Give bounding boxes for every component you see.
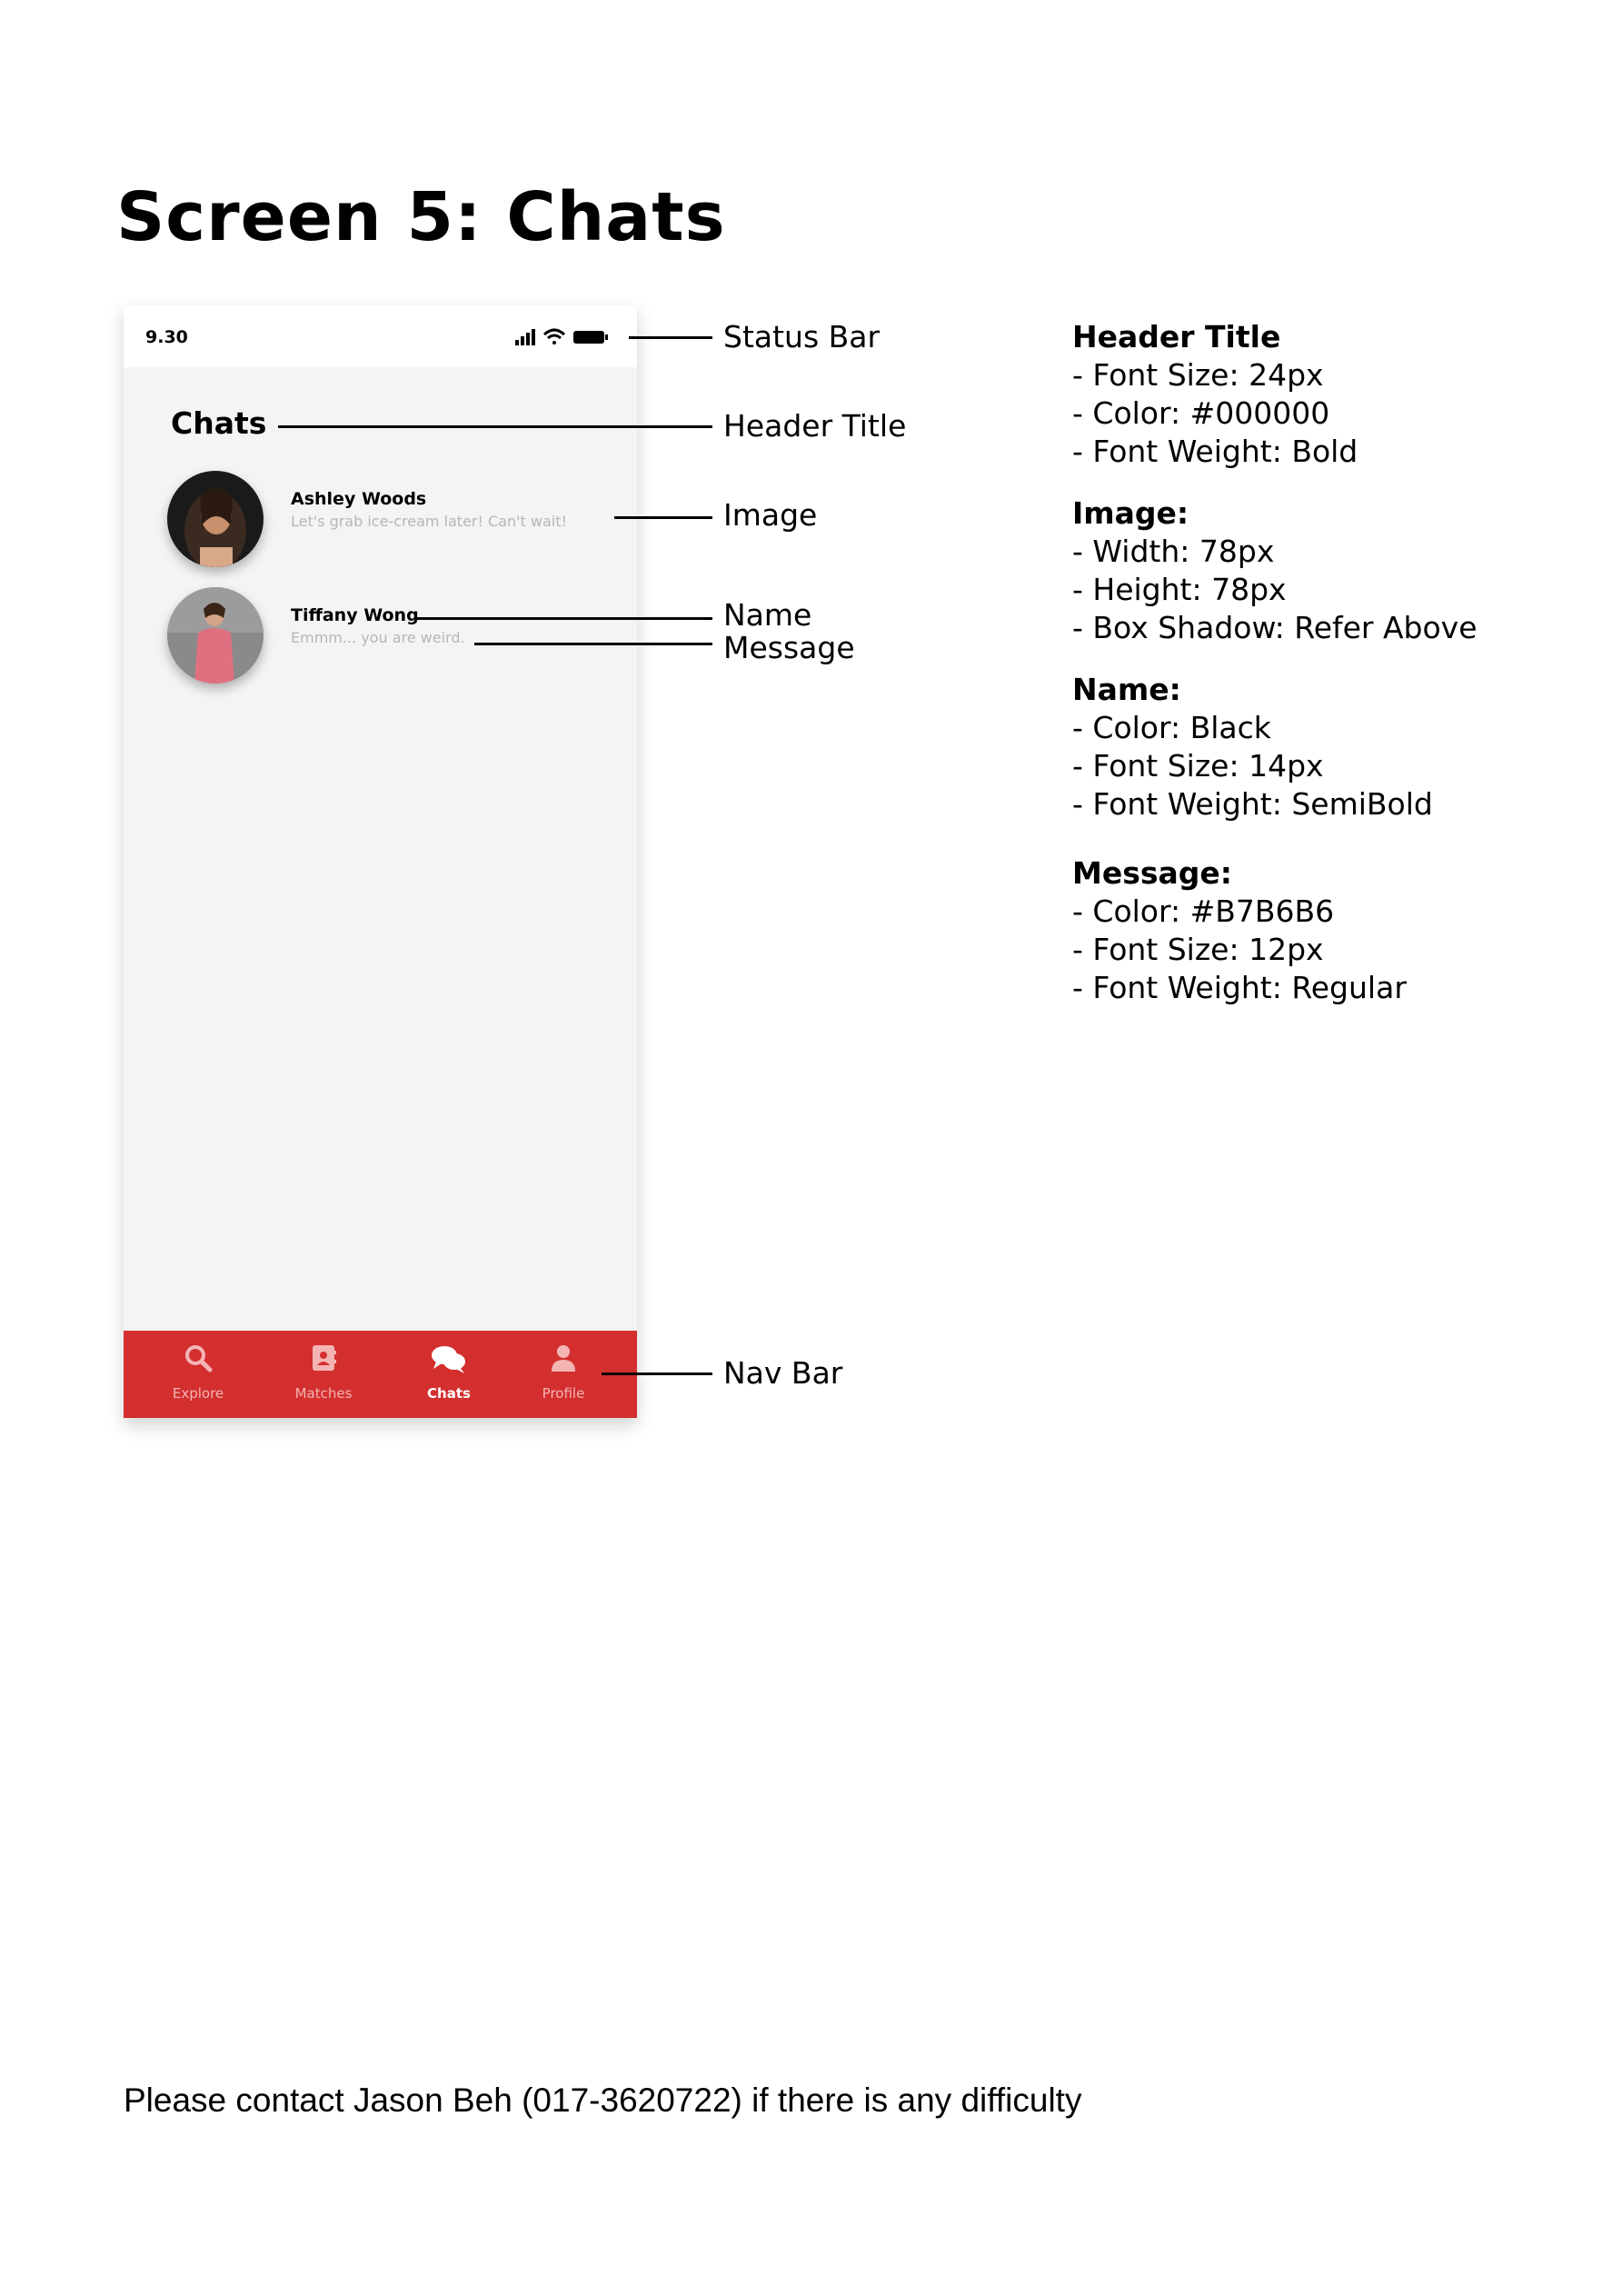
user-icon: [552, 1345, 575, 1372]
annotation-line-nav-bar: [602, 1373, 712, 1375]
page-title: Screen 5: Chats: [116, 178, 726, 256]
avatar: [167, 587, 264, 684]
status-time: 9.30: [145, 327, 188, 347]
annotation-name: Name: [723, 597, 812, 633]
battery-icon: [573, 331, 608, 344]
header-title: Chats: [171, 405, 267, 441]
spec-line: - Font Size: 24px: [1072, 357, 1324, 393]
spec-line: - Width: 78px: [1072, 534, 1275, 569]
spec-line: - Height: 78px: [1072, 572, 1287, 607]
spec-header-title: Header Title - Font Size: 24px - Color: …: [1072, 318, 1358, 471]
spec-line: - Box Shadow: Refer Above: [1072, 610, 1478, 645]
chat-row-tiffany[interactable]: Tiffany Wong Emmm... you are weird.: [167, 587, 622, 687]
spec-image: Image: - Width: 78px - Height: 78px - Bo…: [1072, 494, 1478, 647]
chat-message: Let's grab ice-cream later! Can't wait!: [291, 513, 567, 530]
annotation-message: Message: [723, 630, 855, 665]
spec-line: - Font Size: 12px: [1072, 932, 1324, 967]
spec-line: - Font Weight: Bold: [1072, 434, 1358, 469]
annotation-line-message: [474, 643, 712, 645]
wifi-icon: [542, 328, 566, 344]
nav-label: Chats: [427, 1385, 471, 1402]
annotation-line-image: [614, 516, 712, 519]
chat-name: Ashley Woods: [291, 489, 427, 509]
spec-name: Name: - Color: Black - Font Size: 14px -…: [1072, 671, 1433, 824]
nav-matches[interactable]: Matches: [269, 1331, 378, 1418]
chat-message: Emmm... you are weird.: [291, 629, 465, 646]
nav-label: Matches: [294, 1385, 353, 1402]
spec-line: - Color: #B7B6B6: [1072, 893, 1335, 929]
annotation-status-bar: Status Bar: [723, 319, 881, 354]
contact-book-icon: [313, 1345, 336, 1371]
search-icon: [185, 1345, 213, 1373]
spec-line: - Color: #000000: [1072, 395, 1330, 431]
chat-row-ashley[interactable]: Ashley Woods Let's grab ice-cream later!…: [167, 471, 622, 571]
footer-contact-note: Please contact Jason Beh (017-3620722) i…: [124, 2081, 1082, 2119]
nav-label: Explore: [172, 1385, 224, 1402]
annotation-line-header-title: [278, 425, 712, 428]
nav-chats[interactable]: Chats: [394, 1331, 503, 1418]
annotation-image: Image: [723, 497, 818, 533]
phone-mockup: 9.30 Chats Ashley Woods Let's grab ice-c…: [124, 305, 637, 1418]
annotation-header-title: Header Title: [723, 408, 907, 444]
signal-icon: [515, 329, 535, 345]
spec-line: - Font Size: 14px: [1072, 748, 1324, 784]
nav-explore[interactable]: Explore: [144, 1331, 253, 1418]
annotation-line-name: [414, 617, 712, 620]
spec-line: - Font Weight: Regular: [1072, 970, 1407, 1005]
status-bar: 9.30: [124, 305, 637, 367]
annotation-line-status-bar: [629, 336, 712, 339]
annotation-nav-bar: Nav Bar: [723, 1355, 843, 1391]
nav-bar: Explore Matches Chats Profile: [124, 1331, 637, 1418]
chat-name: Tiffany Wong: [291, 605, 419, 625]
spec-heading: Image:: [1072, 495, 1189, 531]
spec-heading: Name:: [1072, 672, 1181, 707]
spec-line: - Font Weight: SemiBold: [1072, 786, 1433, 822]
spec-line: - Color: Black: [1072, 710, 1271, 745]
spec-message: Message: - Color: #B7B6B6 - Font Size: 1…: [1072, 854, 1407, 1007]
nav-label: Profile: [542, 1385, 585, 1402]
status-icons: [515, 328, 608, 345]
spec-heading: Message:: [1072, 855, 1232, 891]
spec-heading: Header Title: [1072, 319, 1281, 354]
chat-bubbles-icon: [432, 1346, 465, 1373]
avatar: [167, 471, 264, 567]
